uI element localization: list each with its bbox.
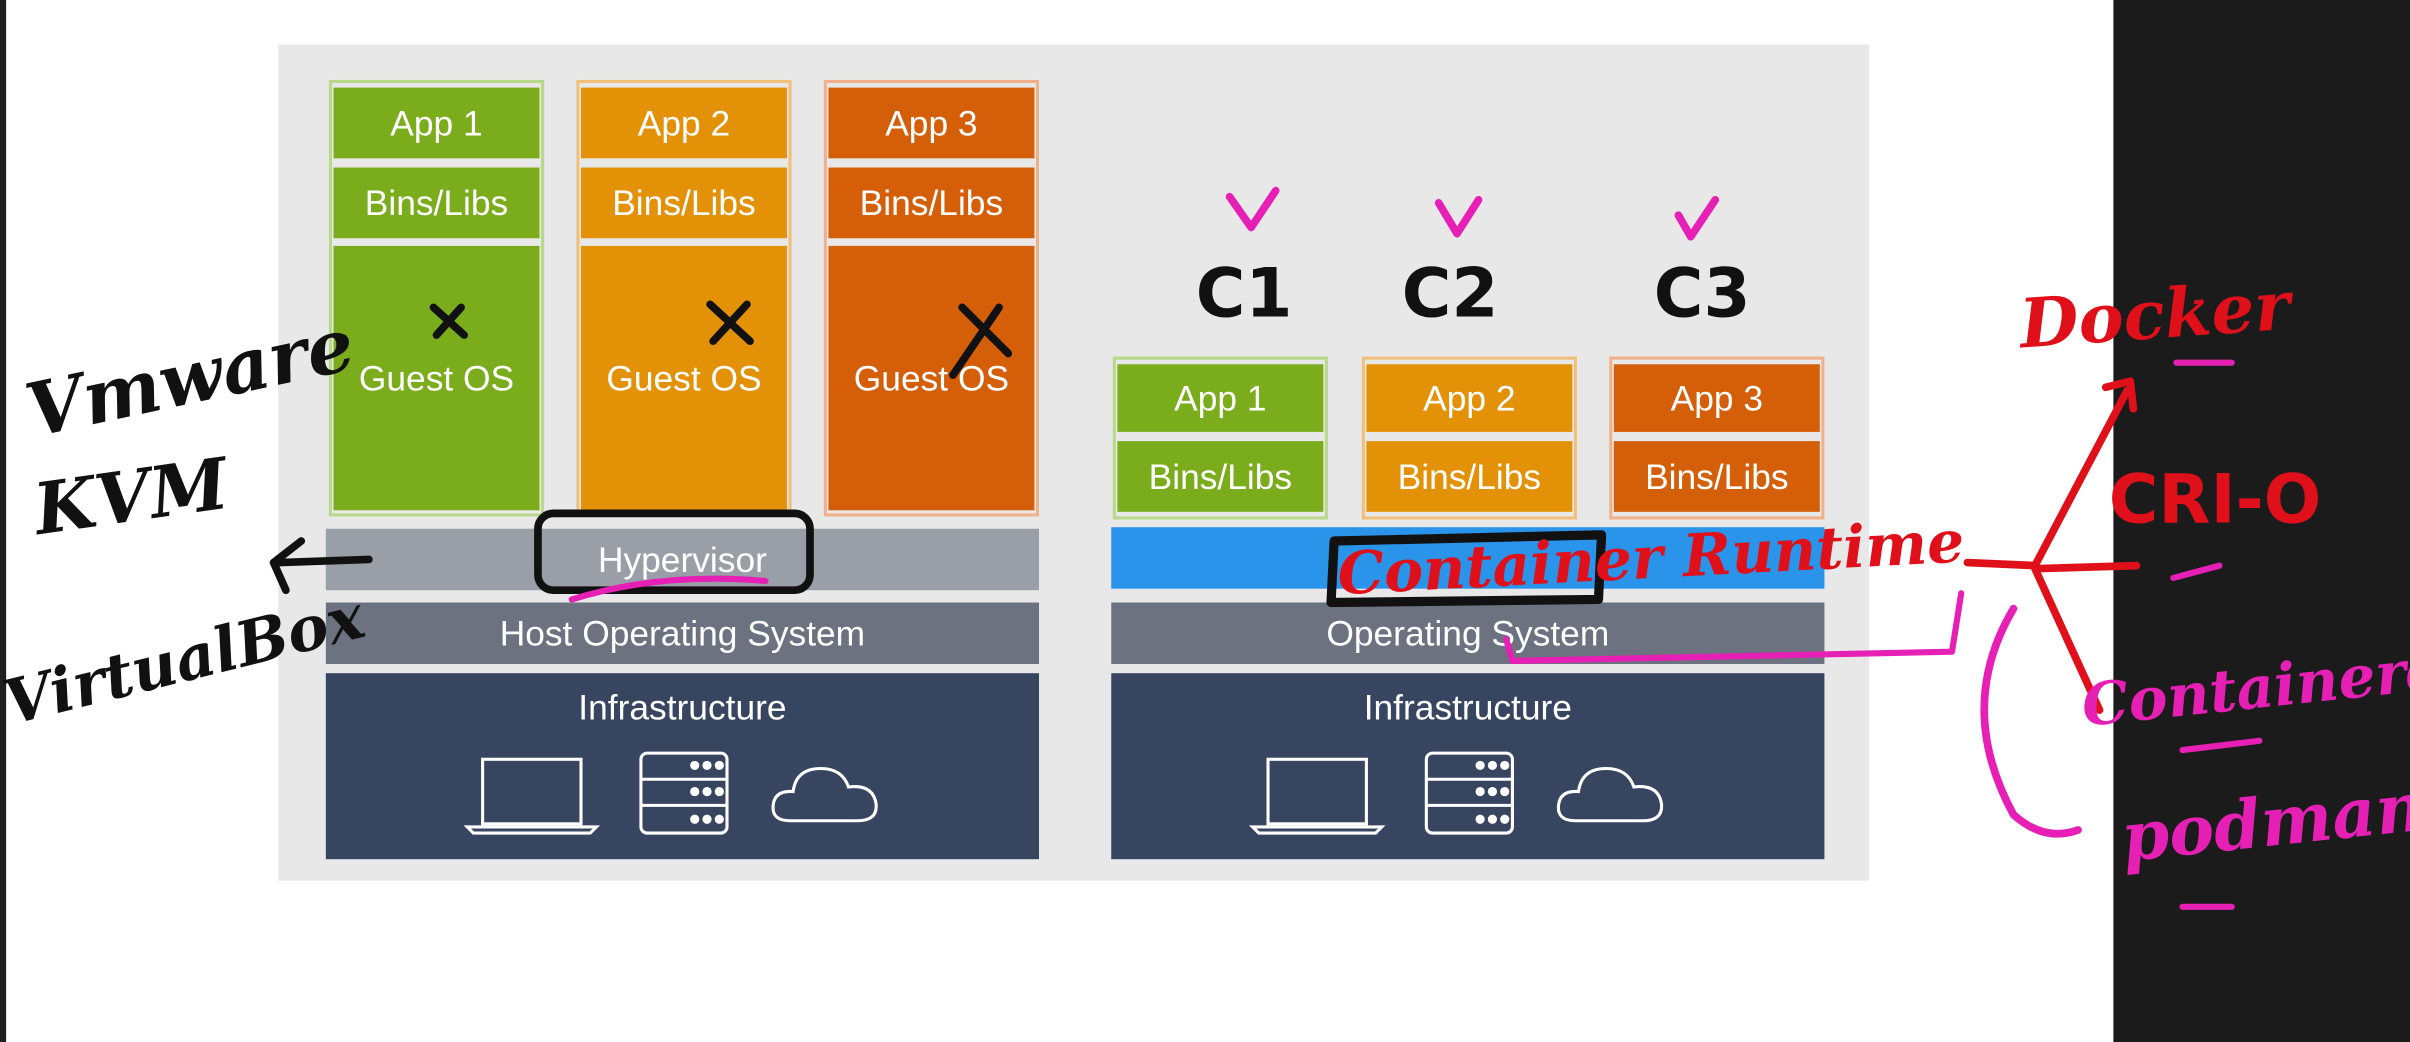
right-bracket [1980, 604, 2082, 838]
ink-annotations [269, 186, 2263, 910]
crio-underline [2170, 562, 2223, 581]
check-mark-c2 [1434, 195, 1483, 238]
cross-mark-2 [706, 300, 754, 346]
check-mark-c3 [1674, 195, 1720, 241]
crio-note: CRI-O [2108, 461, 2322, 540]
cross-mark-1 [429, 303, 469, 339]
containerd-underline [2179, 737, 2263, 754]
cross-mark-3 [949, 303, 1013, 379]
container-c1-label: C1 [1195, 255, 1293, 334]
container-c3-label: C3 [1653, 255, 1751, 334]
whiteboard-stage: App 1 Bins/Libs Guest OS App 2 Bins/Libs… [0, 0, 2410, 1042]
check-mark-c1 [1225, 186, 1280, 232]
container-c2-label: C2 [1401, 255, 1499, 334]
